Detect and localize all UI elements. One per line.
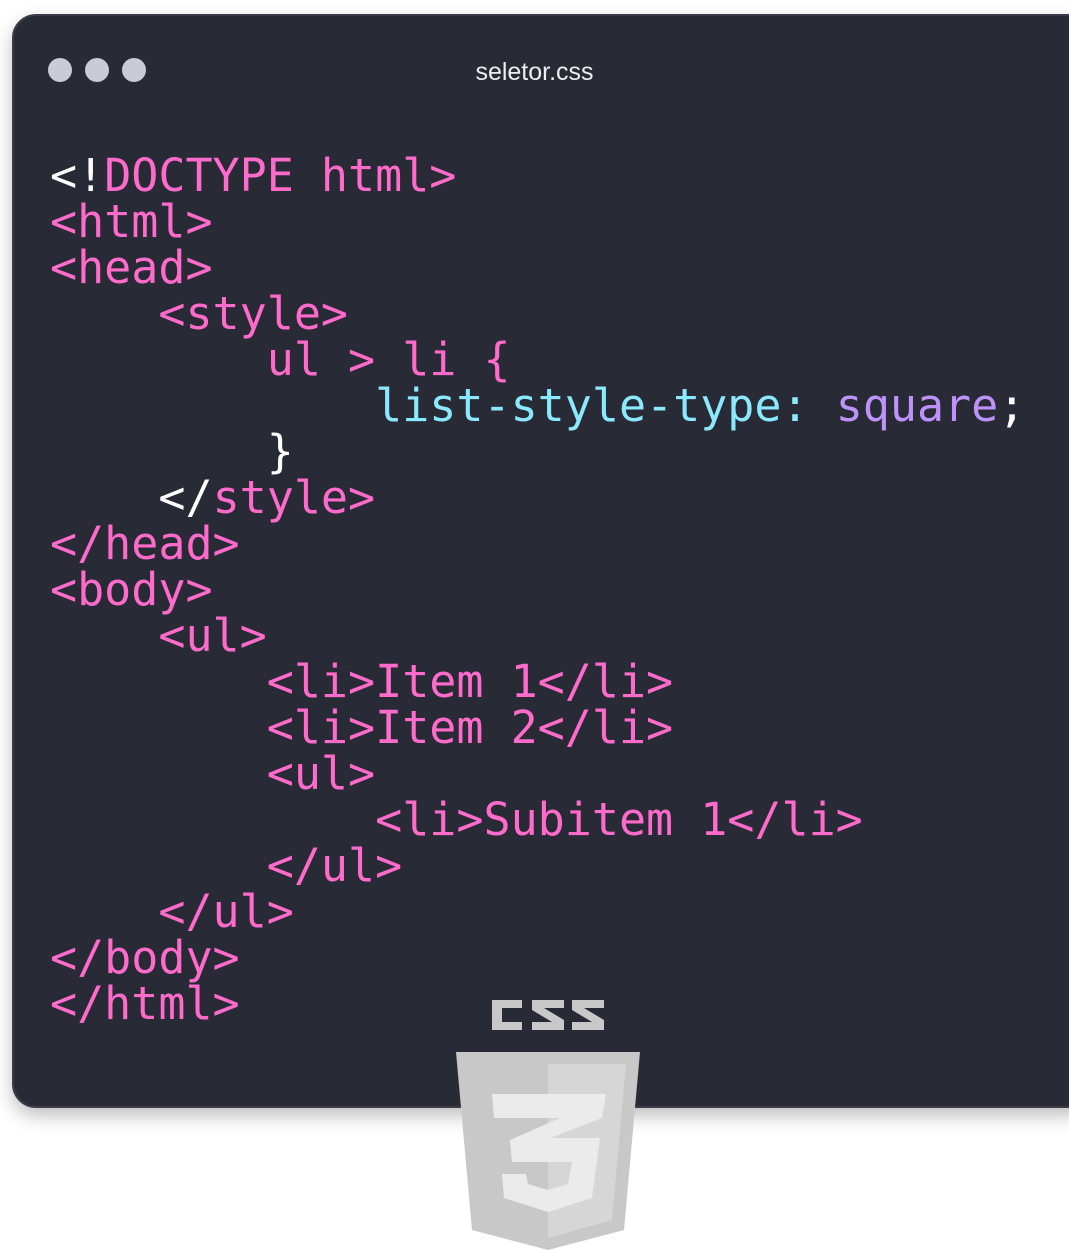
code-line: <li>Subitem 1</li> xyxy=(50,797,1025,843)
code-line: <ul> xyxy=(50,751,1025,797)
code-token: </html> xyxy=(50,977,240,1030)
css-logo-lettering xyxy=(492,1000,604,1030)
code-line: ul > li { xyxy=(50,337,1025,383)
code-line: list-style-type: square; xyxy=(50,383,1025,429)
code-line: <ul> xyxy=(50,613,1025,659)
code-line: </ul> xyxy=(50,843,1025,889)
code-line: } xyxy=(50,429,1025,475)
code-line: <li>Item 2</li> xyxy=(50,705,1025,751)
code-line: <head> xyxy=(50,245,1025,291)
window-title: seletor.css xyxy=(475,58,594,86)
css3-logo-icon xyxy=(456,1000,640,1250)
code-line: <style> xyxy=(50,291,1025,337)
code-line: <!DOCTYPE html> xyxy=(50,153,1025,199)
code-token: square xyxy=(835,379,999,432)
code-line: </ul> xyxy=(50,889,1025,935)
code-line: <body> xyxy=(50,567,1025,613)
code-line: <html> xyxy=(50,199,1025,245)
code-line: </head> xyxy=(50,521,1025,567)
code-block: <!DOCTYPE html> <html> <head> <style> ul >… xyxy=(50,153,1025,1027)
code-line: </body> xyxy=(50,935,1025,981)
code-line: <li>Item 1</li> xyxy=(50,659,1025,705)
code-token: ; xyxy=(998,379,1026,432)
code-line: </style> xyxy=(50,475,1025,521)
